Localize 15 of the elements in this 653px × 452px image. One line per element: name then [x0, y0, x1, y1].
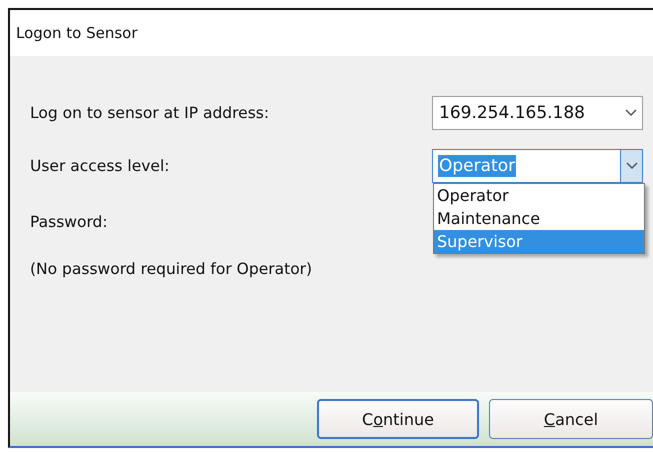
dropdown-button[interactable] [620, 150, 642, 182]
continue-button[interactable]: Continue [317, 399, 479, 439]
cancel-button[interactable]: Cancel [489, 399, 653, 439]
field-label: Log on to sensor at IP address: [30, 104, 270, 122]
window-title: Logon to Sensor [16, 24, 138, 42]
dropdown-option[interactable]: Operator [434, 184, 644, 207]
chevron-down-icon [625, 109, 637, 117]
field-label: User access level: [30, 157, 170, 175]
dropdown-field[interactable]: 169.254.165.188 [432, 96, 643, 130]
dropdown-value: 169.254.165.188 [438, 102, 586, 124]
dropdown-option[interactable]: Maintenance [434, 207, 644, 230]
chevron-down-icon [626, 162, 638, 170]
password-label: Password: [30, 213, 109, 231]
dropdown-value: Operator [438, 155, 516, 177]
password-note: (No password required for Operator) [30, 260, 314, 278]
